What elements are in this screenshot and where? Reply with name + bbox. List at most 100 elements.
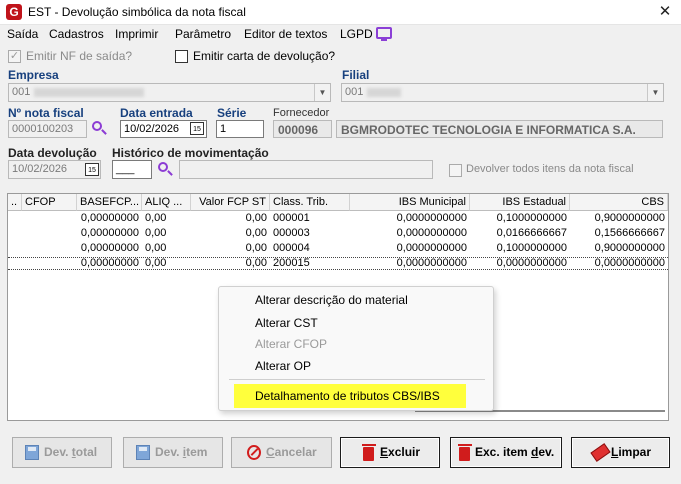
data-entrada-label: Data entrada: [120, 106, 193, 120]
grid-header-aliq[interactable]: ALIQ ...: [142, 194, 191, 211]
grid-header-valor-fcp-st[interactable]: Valor FCP ST: [191, 194, 270, 211]
historico-label: Histórico de movimentação: [112, 146, 269, 160]
cell-marker: [8, 242, 22, 255]
cell-class-trib: 000003: [273, 227, 310, 239]
grid-header-ibs-municipal[interactable]: IBS Municipal: [350, 194, 470, 211]
cell-cbs: 0,1566666667: [594, 227, 665, 239]
cell-aliq: 0,00: [145, 227, 167, 239]
emitir-nf-checkbox[interactable]: ✓: [8, 50, 21, 63]
filial-select[interactable]: 001: [341, 83, 664, 102]
limpar-label: Limpar: [611, 445, 652, 459]
cell-class-trib: 000004: [273, 242, 310, 254]
fornecedor-label: Fornecedor: [273, 107, 330, 119]
cell-ibs-municipal: 0,0000000000: [396, 257, 467, 269]
table-row[interactable]: 0,00000000 0,00 0,00 000001 0,0000000000 0,10…: [8, 212, 668, 226]
nota-fiscal-input[interactable]: 0000100203: [8, 120, 87, 138]
serie-input[interactable]: 1: [216, 120, 264, 138]
cell-basefcp: 0,00000000: [80, 257, 139, 269]
grid-header-class-trib[interactable]: Class. Trib.: [270, 194, 350, 211]
cell-basefcp: 0,00000000: [80, 242, 139, 254]
cell-ibs-estadual: 0,1000000000: [496, 212, 567, 224]
cell-ibs-municipal: 0,0000000000: [396, 227, 467, 239]
ctx-item-alterar-cst[interactable]: Alterar CST: [255, 316, 318, 330]
empresa-value: 001: [12, 86, 31, 98]
cell-cfop: [22, 242, 77, 255]
ctx-item-detalhamento-tributos[interactable]: Detalhamento de tributos CBS/IBS: [255, 389, 440, 403]
dev-item-label: Dev. item: [155, 445, 208, 459]
cell-valor-fcp-st: 0,00: [245, 212, 267, 224]
cell-cfop: [22, 212, 77, 225]
grid-header[interactable]: ..: [8, 194, 22, 211]
cancel-icon: [247, 445, 261, 460]
menu-imprimir[interactable]: Imprimir: [115, 27, 158, 41]
emitir-carta-checkbox[interactable]: [175, 50, 188, 63]
save-disk-icon: [25, 445, 39, 460]
limpar-button[interactable]: Limpar: [571, 437, 670, 468]
search-icon[interactable]: [91, 120, 107, 136]
menu-parametro[interactable]: Parâmetro: [175, 27, 231, 41]
cancelar-button[interactable]: Cancelar: [231, 437, 332, 468]
cell-aliq: 0,00: [145, 212, 167, 224]
cell-class-trib: 000001: [273, 212, 310, 224]
cell-ibs-estadual: 0,0166666667: [496, 227, 567, 239]
table-row[interactable]: 0,00000000 0,00 0,00 200015 0,0000000000 0,00…: [8, 257, 668, 271]
historico-code-input[interactable]: ___: [112, 160, 152, 179]
historico-description-input[interactable]: [179, 160, 433, 179]
window-title: EST - Devolução simbólica da nota fiscal: [28, 5, 246, 19]
redacted-text: [34, 87, 145, 97]
calendar-icon[interactable]: 15: [190, 122, 204, 135]
excluir-label: Excluir: [380, 445, 421, 459]
ctx-item-alterar-op[interactable]: Alterar OP: [255, 359, 311, 373]
nota-fiscal-label: Nº nota fiscal: [8, 106, 84, 120]
fornecedor-code: 000096: [273, 120, 332, 138]
devolver-todos-checkbox[interactable]: [449, 164, 462, 177]
cell-cfop: [22, 257, 77, 270]
cell-basefcp: 0,00000000: [80, 212, 139, 224]
cell-ibs-municipal: 0,0000000000: [396, 242, 467, 254]
empresa-select[interactable]: 001: [8, 83, 331, 102]
table-row[interactable]: 0,00000000 0,00 0,00 000003 0,0000000000 0,01…: [8, 227, 668, 241]
grid-header-ibs-estadual[interactable]: IBS Estadual: [470, 194, 570, 211]
fornecedor-name: BGMRODOTEC TECNOLOGIA E INFORMATICA S.A.: [336, 120, 663, 138]
redacted-text: [367, 87, 402, 97]
emitir-carta-label: Emitir carta de devolução?: [193, 49, 336, 63]
grid-header-cbs[interactable]: CBS: [570, 194, 668, 211]
cell-valor-fcp-st: 0,00: [245, 242, 267, 254]
exc-item-dev-label: Exc. item dev.: [475, 445, 555, 459]
search-icon[interactable]: [157, 161, 173, 177]
cell-marker: [8, 257, 22, 270]
excluir-button[interactable]: Excluir: [340, 437, 440, 468]
grid-header-cfop[interactable]: CFOP: [22, 194, 77, 211]
devolver-todos-label: Devolver todos itens da nota fiscal: [466, 163, 634, 175]
table-row[interactable]: 0,00000000 0,00 0,00 000004 0,0000000000 0,10…: [8, 242, 668, 256]
calendar-icon[interactable]: 15: [85, 163, 99, 176]
grid-header-basefcp[interactable]: BASEFCP...: [77, 194, 142, 211]
chevron-down-icon[interactable]: ▼: [647, 84, 663, 101]
chevron-down-icon[interactable]: ▼: [314, 84, 330, 101]
title-bar: G EST - Devolução simbólica da nota fisc…: [0, 0, 681, 25]
cell-cbs: 0,0000000000: [594, 257, 665, 269]
cell-aliq: 0,00: [145, 257, 167, 269]
menu-separator: [229, 379, 485, 380]
eraser-icon: [590, 443, 611, 462]
cell-valor-fcp-st: 0,00: [245, 227, 267, 239]
monitor-icon[interactable]: [376, 27, 392, 41]
menu-editor-textos[interactable]: Editor de textos: [244, 27, 327, 41]
exc-item-dev-button[interactable]: Exc. item dev.: [450, 437, 562, 468]
dev-total-button[interactable]: Dev. total: [12, 437, 112, 468]
checkmark-icon: ✓: [9, 50, 20, 62]
dev-item-button[interactable]: Dev. item: [123, 437, 223, 468]
menu-lgpd[interactable]: LGPD: [340, 27, 373, 41]
serie-label: Série: [217, 106, 247, 120]
ctx-item-alterar-descricao[interactable]: Alterar descrição do material: [255, 293, 408, 307]
cell-valor-fcp-st: 0,00: [245, 257, 267, 269]
menu-saida[interactable]: Saída: [7, 27, 38, 41]
close-window-button[interactable]: ✕: [650, 1, 680, 23]
cell-cfop: [22, 227, 77, 240]
ctx-item-alterar-cfop: Alterar CFOP: [255, 337, 328, 351]
cell-ibs-estadual: 0,1000000000: [496, 242, 567, 254]
cell-aliq: 0,00: [145, 242, 167, 254]
cell-cbs: 0,9000000000: [594, 242, 665, 254]
menu-cadastros[interactable]: Cadastros: [49, 27, 104, 41]
data-devolucao-label: Data devolução: [8, 146, 97, 160]
